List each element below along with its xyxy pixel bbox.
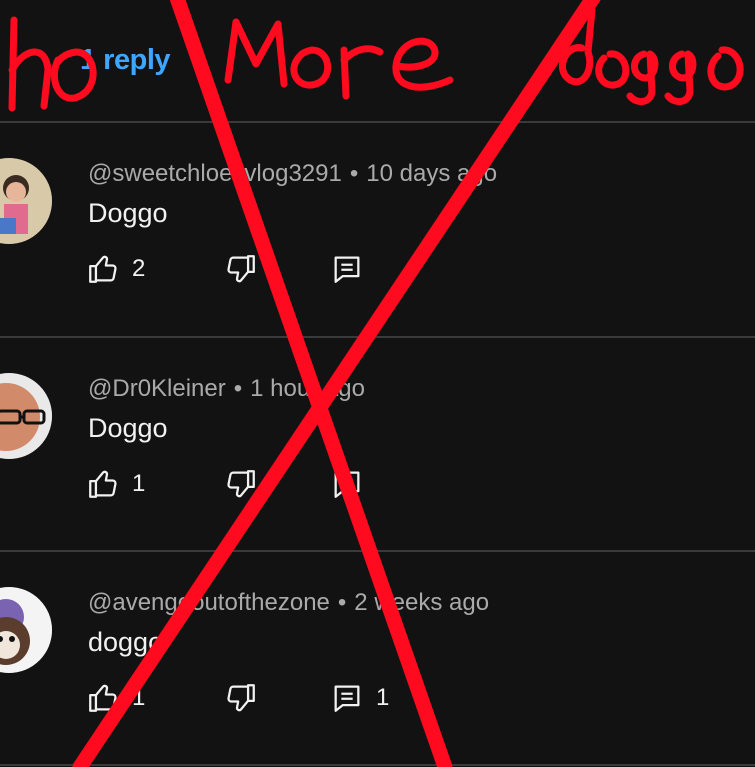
author-handle[interactable]: @Dr0Kleiner [88, 375, 226, 402]
like-button[interactable]: 1 [86, 467, 145, 501]
reply-icon [334, 471, 360, 498]
avatar-image [0, 587, 52, 673]
comment-text: Doggo [88, 198, 168, 228]
dislike-button[interactable] [224, 681, 258, 715]
replies-toggle[interactable]: 1 reply [80, 44, 171, 77]
comment-actions: 1 1 [86, 681, 486, 721]
avatar-image [0, 373, 52, 459]
comment-item: @avengeoutofthezone • 2 weeks ago doggo 1 … [0, 551, 755, 763]
handwriting-doggo [559, 6, 744, 105]
like-button[interactable]: 1 [86, 681, 145, 715]
comment-actions: 1 [86, 467, 486, 507]
dislike-button[interactable] [224, 252, 258, 286]
separator-dot: • [233, 375, 243, 402]
comment-meta: @sweetchloesvlog3291 • 10 days ago [88, 160, 497, 188]
comment-time[interactable]: 2 weeks ago [354, 589, 489, 616]
divider [0, 764, 755, 766]
dislike-button[interactable] [224, 467, 258, 501]
dislike-icon [227, 255, 255, 283]
comment-time[interactable]: 1 hour ago [250, 375, 365, 402]
like-count: 1 [132, 684, 146, 711]
comment-time[interactable]: 10 days ago [366, 160, 497, 187]
comment-item: @Dr0Kleiner • 1 hour ago Doggo 1 [0, 337, 755, 549]
comment-text: doggo [88, 627, 164, 657]
reply-button[interactable] [330, 467, 376, 501]
reply-count: 1 [376, 684, 390, 711]
avatar[interactable] [0, 373, 52, 459]
reply-button[interactable] [330, 252, 376, 286]
reply-icon [334, 685, 360, 712]
comment-item: @sweetchloesvlog3291 • 10 days ago Doggo 2 [0, 122, 755, 334]
like-count: 1 [132, 470, 146, 497]
reply-button[interactable]: 1 [330, 681, 389, 715]
comment-meta: @avengeoutofthezone • 2 weeks ago [88, 589, 489, 617]
like-icon [89, 470, 117, 498]
comment-meta: @Dr0Kleiner • 1 hour ago [88, 375, 365, 403]
like-button[interactable]: 2 [86, 252, 145, 286]
avatar[interactable] [0, 158, 52, 244]
like-count: 2 [132, 255, 146, 282]
author-handle[interactable]: @sweetchloesvlog3291 [88, 160, 342, 187]
dislike-icon [227, 684, 255, 712]
handwriting-more [224, 18, 454, 100]
separator-dot: • [337, 589, 347, 616]
separator-dot: • [349, 160, 359, 187]
avatar-image [0, 158, 52, 244]
like-icon [89, 684, 117, 712]
author-handle[interactable]: @avengeoutofthezone [88, 589, 330, 616]
dislike-icon [227, 470, 255, 498]
avatar[interactable] [0, 587, 52, 673]
reply-icon [334, 256, 360, 283]
comment-actions: 2 [86, 252, 486, 292]
comment-text: Doggo [88, 413, 168, 443]
like-icon [89, 255, 117, 283]
